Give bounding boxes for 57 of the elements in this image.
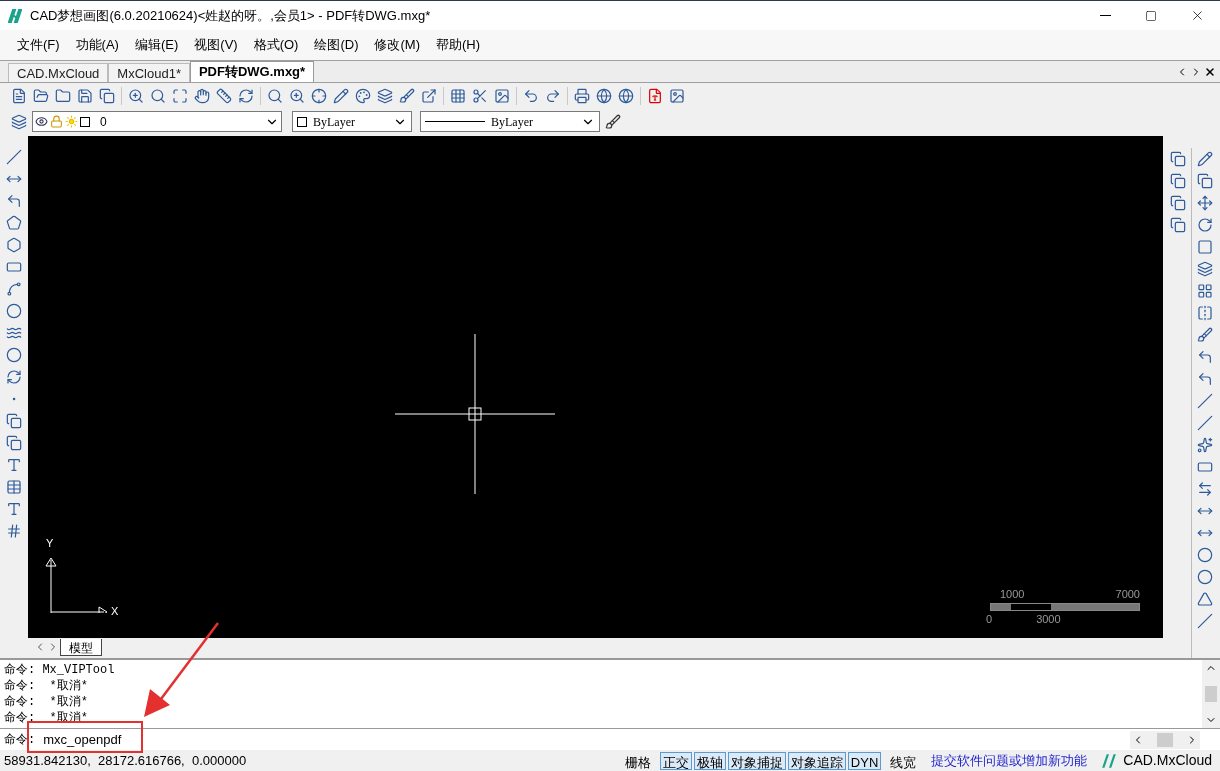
horizontal-scrollbar[interactable]: [1130, 730, 1200, 749]
status-toggle[interactable]: 正交: [659, 751, 692, 770]
linetype-sample-icon: [425, 121, 485, 122]
document-tab[interactable]: MxCloud1*: [108, 63, 190, 82]
menu-item[interactable]: 格式(O): [246, 32, 306, 58]
scale-label: 7000: [1115, 587, 1140, 602]
menu-item[interactable]: 绘图(D): [307, 32, 366, 58]
scrollbar-thumb[interactable]: [1157, 732, 1173, 747]
menu-item[interactable]: 编辑(E): [127, 32, 186, 58]
scale-label: 3000: [1036, 611, 1061, 627]
linetype-value: ByLayer: [491, 113, 533, 131]
menu-item[interactable]: 帮助(H): [428, 32, 487, 58]
brand-name: CAD.MxCloud: [1123, 751, 1212, 770]
crosshair-cursor-icon: [395, 334, 555, 494]
layer-dropdown[interactable]: 0: [32, 111, 282, 132]
color-swatch-icon: [80, 116, 90, 127]
drawing-canvas[interactable]: Y X 1000 7000 0 3000: [28, 136, 1163, 638]
y-axis-label: Y: [46, 538, 54, 549]
color-swatch-icon: [297, 116, 307, 127]
command-history-line: 命令: *取消*: [4, 694, 89, 710]
command-input[interactable]: mxc_openpdf: [43, 729, 244, 750]
command-history-line: 命令: *取消*: [4, 678, 89, 694]
color-dropdown[interactable]: ByLayer: [292, 111, 412, 132]
menu-item[interactable]: 视图(V): [187, 32, 245, 58]
eye-icon: [35, 115, 48, 128]
status-toggle[interactable]: DYN: [847, 751, 882, 770]
brand-logo-icon: [1101, 752, 1118, 769]
sun-icon: [65, 115, 78, 128]
app-logo-icon: [8, 8, 22, 23]
status-toggle[interactable]: 栅格: [617, 751, 658, 770]
document-tab[interactable]: CAD.MxCloud: [8, 63, 109, 82]
document-tab[interactable]: PDF转DWG.mxg*: [189, 61, 315, 82]
status-toggle[interactable]: 对象追踪: [787, 751, 846, 770]
lock-icon: [50, 115, 63, 128]
menu-item[interactable]: 功能(A): [68, 32, 126, 58]
window-title: CAD梦想画图(6.0.20210624)<姓赵的呀。,会员1> - PDF转DWG.mxg*: [30, 6, 431, 25]
feedback-link[interactable]: 提交软件问题或增加新功能: [931, 750, 1088, 771]
menu-item[interactable]: 修改(M): [367, 32, 427, 58]
layout-tab[interactable]: 模型: [60, 638, 102, 656]
status-toggle[interactable]: 极轴: [693, 751, 726, 770]
command-history-line: 命令: Mx_VIPTool: [4, 662, 116, 678]
close-icon[interactable]: [1204, 65, 1216, 78]
status-toggle[interactable]: 线宽: [883, 751, 924, 770]
layer-name: 0: [100, 113, 107, 131]
vertical-scrollbar[interactable]: [1202, 660, 1220, 728]
scale-label: 1000: [1000, 587, 1025, 602]
color-value: ByLayer: [313, 113, 355, 131]
minimize-icon: [1099, 15, 1111, 16]
scrollbar-thumb[interactable]: [1205, 686, 1217, 702]
status-toggle[interactable]: 对象捕捉: [727, 751, 786, 770]
x-axis-label: X: [111, 606, 119, 617]
linetype-dropdown[interactable]: ByLayer: [420, 111, 600, 132]
maximize-icon: [1145, 9, 1157, 22]
cursor-coordinates: 58931.842130, 28172.616766, 0.000000: [4, 751, 247, 770]
scale-label: 0: [986, 611, 993, 627]
menu-item[interactable]: 文件(F): [10, 32, 67, 58]
command-prompt: 命令:: [4, 731, 36, 749]
